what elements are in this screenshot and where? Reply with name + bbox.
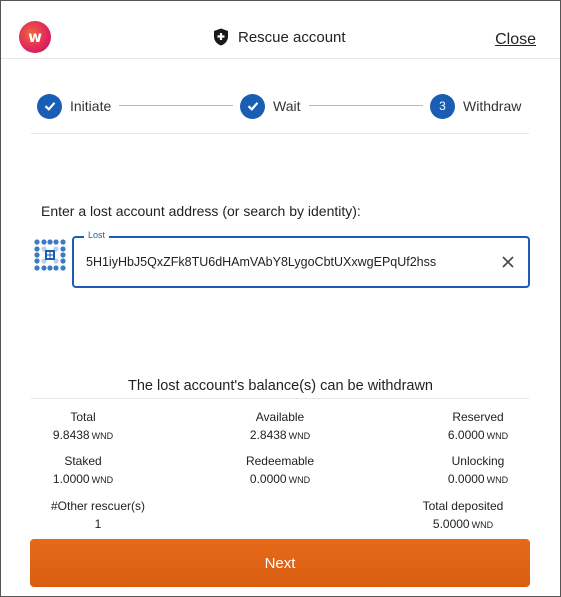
balance-unit: WND <box>91 475 114 485</box>
balance-unit: WND <box>288 475 311 485</box>
step-label-initiate: Initiate <box>70 98 112 114</box>
field-legend: Lost <box>84 230 110 240</box>
balance-unit: WND <box>471 520 494 530</box>
total-deposited: Total deposited 5.0000 WND <box>393 498 533 533</box>
balance-unit: WND <box>288 431 311 441</box>
stepper: Initiate Wait 3 Withdraw <box>37 93 525 119</box>
balance-label: Total deposited <box>422 499 504 513</box>
balance-label: Total <box>70 410 96 424</box>
divider <box>31 398 529 399</box>
check-icon <box>37 93 62 119</box>
step-label-wait: Wait <box>273 98 301 114</box>
other-rescuers: #Other rescuer(s) 1 <box>28 498 168 532</box>
balance-label: Redeemable <box>245 454 315 468</box>
balance-heading: The lost account's balance(s) can be wit… <box>127 378 433 394</box>
balance-redeemable: Redeemable 0.0000 WND <box>210 453 350 488</box>
balance-staked: Staked 1.0000 WND <box>13 453 153 488</box>
balance-unit: WND <box>486 475 509 485</box>
step-connector <box>309 105 423 106</box>
app-logo: w <box>19 21 51 53</box>
logo-letter: w <box>28 28 42 46</box>
next-button[interactable]: Next <box>30 539 530 587</box>
balance-value: 6.0000 <box>447 428 485 442</box>
balance-label: Available <box>255 410 305 424</box>
check-icon <box>240 93 265 119</box>
balance-unlocking: Unlocking 0.0000 WND <box>408 453 548 488</box>
step-connector <box>119 105 233 106</box>
close-button[interactable]: Close <box>495 31 536 49</box>
page-title: Rescue account <box>238 28 346 46</box>
identicon-icon <box>34 239 66 271</box>
balance-label: Staked <box>64 454 102 468</box>
balance-value: 1.0000 <box>52 472 90 486</box>
balance-label: #Other rescuer(s) <box>50 499 146 513</box>
address-prompt: Enter a lost account address (or search … <box>41 203 361 219</box>
balance-value: 0.0000 <box>447 472 485 486</box>
step-label-withdraw: Withdraw <box>463 98 522 114</box>
balance-reserved: Reserved 6.0000 WND <box>408 409 548 444</box>
rescue-popup: w Rescue account Close Initiate Wait 3 W… <box>0 0 561 597</box>
balance-available: Available 2.8438 WND <box>210 409 350 444</box>
step-withdraw: 3 Withdraw <box>430 93 521 119</box>
step-number-badge: 3 <box>430 93 455 119</box>
balance-unit: WND <box>486 431 509 441</box>
step-wait: Wait <box>240 93 300 119</box>
balance-label: Unlocking <box>451 454 505 468</box>
step-initiate: Initiate <box>37 93 111 119</box>
lost-address-input[interactable] <box>86 250 476 274</box>
balance-total: Total 9.8438 WND <box>13 409 153 444</box>
lost-address-field: Lost <box>72 230 530 288</box>
balance-value: 2.8438 <box>249 428 287 442</box>
balance-value: 5.0000 <box>432 517 470 531</box>
header: w Rescue account Close <box>1 1 560 59</box>
clear-icon[interactable] <box>498 252 518 272</box>
balance-value: 9.8438 <box>52 428 90 442</box>
balance-value: 0.0000 <box>249 472 287 486</box>
shield-icon <box>214 28 228 46</box>
divider <box>31 133 529 134</box>
balance-value: 1 <box>94 517 102 531</box>
title-group: Rescue account <box>213 27 346 47</box>
balance-unit: WND <box>91 431 114 441</box>
balance-label: Reserved <box>452 410 504 424</box>
